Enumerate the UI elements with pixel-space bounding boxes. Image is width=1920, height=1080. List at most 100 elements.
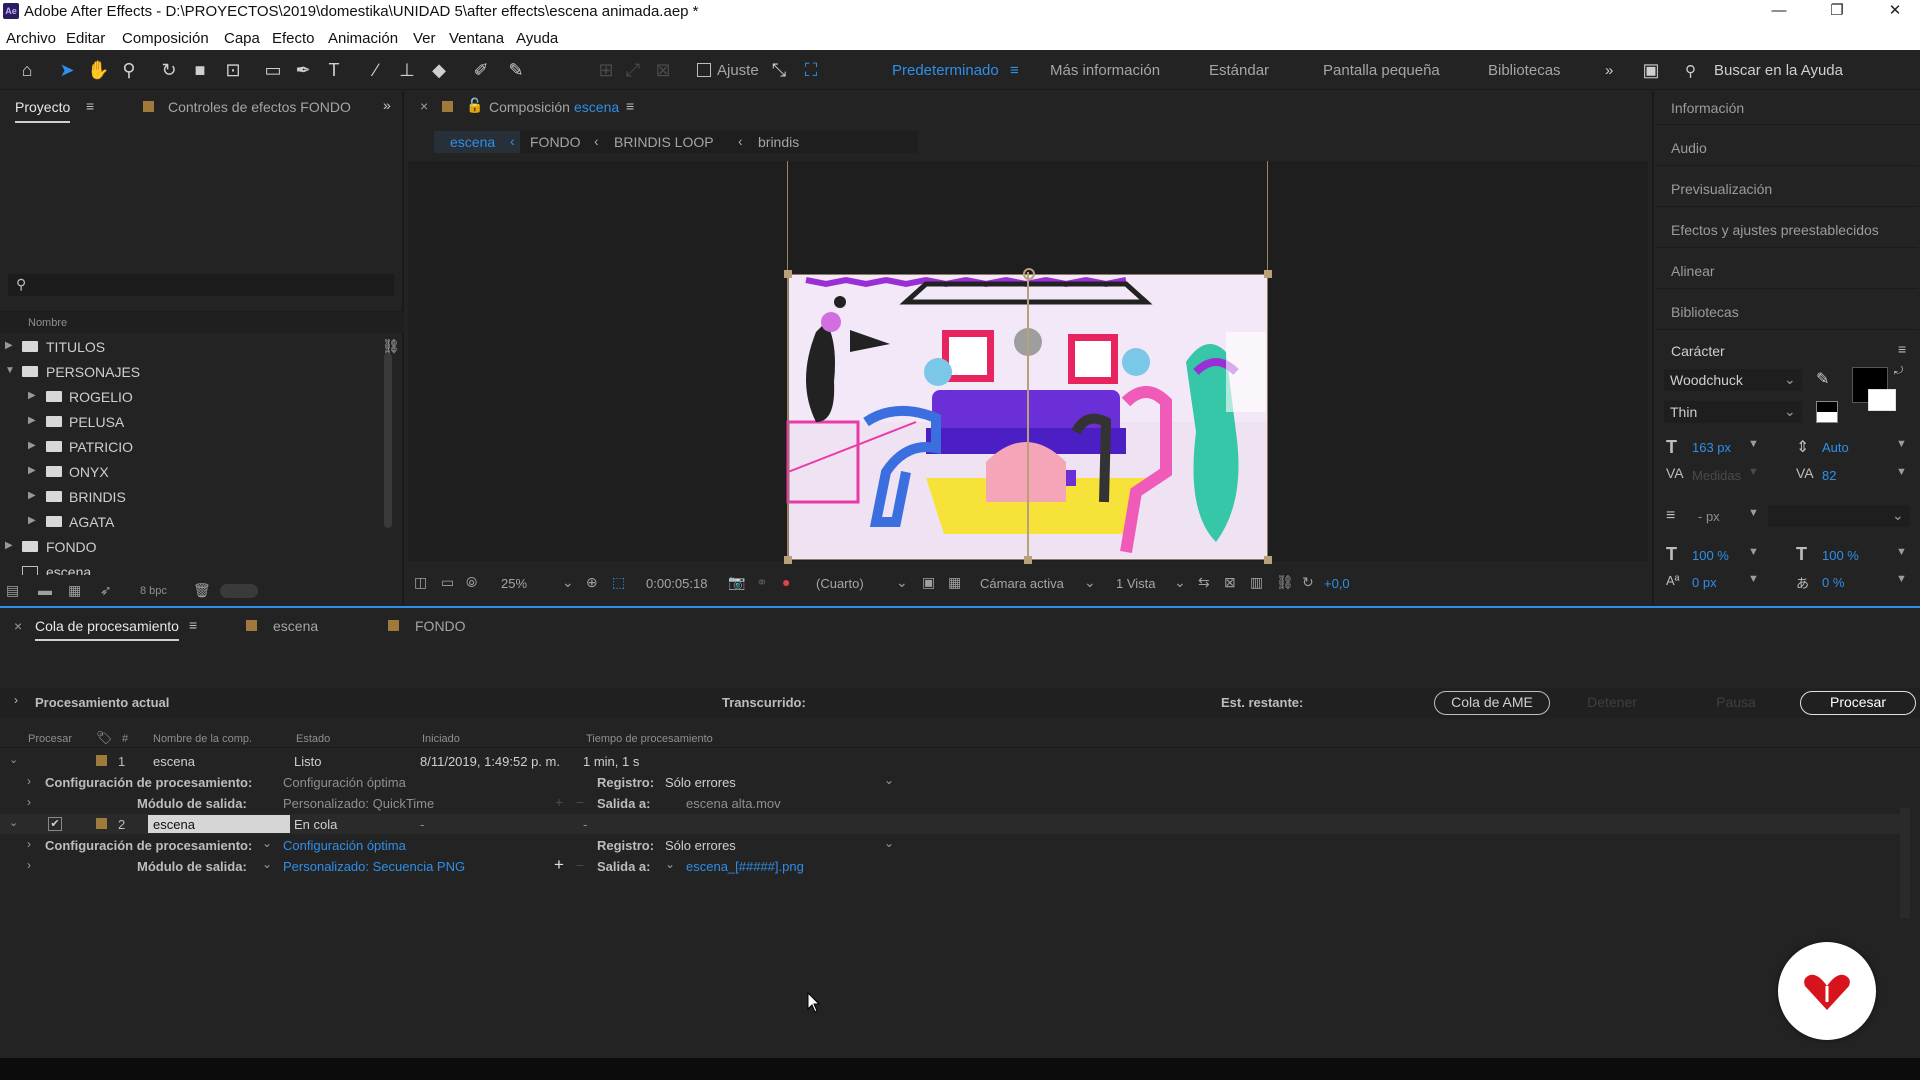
chevron-down-icon[interactable]: ⌄ xyxy=(1084,574,1096,591)
chevron-down-icon[interactable]: ▼ xyxy=(1896,438,1907,450)
comp-flowchart-icon[interactable]: ⊠ xyxy=(1224,574,1236,591)
rectangle-tool-icon[interactable]: ▭ xyxy=(262,59,284,81)
resolution-dropdown[interactable]: (Cuarto) xyxy=(816,576,864,591)
always-preview-icon[interactable]: ◫ xyxy=(414,574,427,591)
disclosure-arrow-icon[interactable]: › xyxy=(27,774,31,788)
breadcrumb-escena[interactable]: escena xyxy=(450,134,495,150)
region-of-interest-icon[interactable]: ⬚ xyxy=(612,574,625,591)
comp-tab-prefix[interactable]: Composición xyxy=(489,99,570,115)
font-style-dropdown[interactable]: Thin ⌄ xyxy=(1664,401,1802,423)
render-queue-scrollbar[interactable] xyxy=(1900,808,1910,918)
chevron-down-icon[interactable]: ⌄ xyxy=(884,773,894,787)
chevron-down-icon[interactable]: ▼ xyxy=(1748,507,1759,519)
mask-visibility-icon[interactable]: ⦾ xyxy=(466,574,477,591)
output-to-value[interactable]: escena alta.mov xyxy=(686,796,781,811)
chevron-down-icon[interactable]: ⌄ xyxy=(9,816,18,829)
restore-icon[interactable]: ❐ xyxy=(1814,0,1860,24)
comp-viewer[interactable] xyxy=(408,161,1648,564)
comp-tab-menu-icon[interactable]: ≡ xyxy=(626,98,634,114)
panel-audio[interactable]: Audio xyxy=(1656,126,1918,166)
stroke-width-value[interactable]: - px xyxy=(1698,509,1720,524)
font-family-dropdown[interactable]: Woodchuck ⌄ xyxy=(1664,369,1802,391)
camera-dropdown[interactable]: Cámara activa xyxy=(980,576,1064,591)
disclosure-arrow-icon[interactable]: ▶ xyxy=(28,440,36,451)
menu-ver[interactable]: Ver xyxy=(413,30,436,47)
chevron-down-icon[interactable]: ▼ xyxy=(1748,438,1759,450)
trash-icon[interactable]: 🗑 xyxy=(193,582,211,599)
panel-libraries[interactable]: Bibliotecas xyxy=(1656,290,1918,330)
chevron-down-icon[interactable]: ⌄ xyxy=(665,857,675,871)
tracking-value[interactable]: 82 xyxy=(1822,468,1836,483)
menu-ayuda[interactable]: Ayuda xyxy=(516,30,558,47)
flowchart-icon[interactable]: ⛓ xyxy=(382,338,400,355)
label-tag-icon[interactable]: 🏷 xyxy=(96,730,113,746)
show-snapshot-icon[interactable]: ⚭ xyxy=(756,574,768,591)
axis-view-icon[interactable]: ⊠ xyxy=(652,59,674,81)
new-comp-icon[interactable]: ▦ xyxy=(68,582,81,599)
transparency-grid-icon[interactable]: ▦ xyxy=(948,574,961,591)
chevron-down-icon[interactable]: ⌄ xyxy=(262,836,272,850)
output-module-value[interactable]: Personalizado: Secuencia PNG xyxy=(283,859,465,874)
project-item-folder[interactable]: ▶ PELUSA xyxy=(0,410,395,435)
workspace-menu-icon[interactable]: ≡ xyxy=(1010,62,1019,79)
add-output-icon[interactable]: + xyxy=(554,855,564,875)
chevron-down-icon[interactable]: ▼ xyxy=(1896,546,1907,558)
disclosure-arrow-icon[interactable]: › xyxy=(14,693,18,707)
project-scrollbar[interactable] xyxy=(384,353,392,528)
project-item-folder[interactable]: ▶ ONYX xyxy=(0,460,395,485)
pause-button[interactable]: Pausa xyxy=(1684,691,1788,715)
project-item-folder[interactable]: ▶ AGATA xyxy=(0,510,395,535)
chevron-down-icon[interactable]: ⌄ xyxy=(262,857,272,871)
flowchart-icon[interactable]: ⛓ xyxy=(1276,574,1294,591)
disclosure-arrow-icon[interactable]: ▼ xyxy=(5,365,15,376)
rotate-tool-icon[interactable]: ↻ xyxy=(158,59,180,81)
tab-render-queue[interactable]: Cola de procesamiento xyxy=(35,618,179,641)
home-icon[interactable]: ⌂ xyxy=(16,59,38,81)
ame-queue-button[interactable]: Cola de AME xyxy=(1434,691,1550,715)
vertical-scale-value[interactable]: 100 % xyxy=(1692,548,1729,563)
menu-capa[interactable]: Capa xyxy=(224,30,260,47)
workspace-small-screen[interactable]: Pantalla pequeña xyxy=(1323,62,1440,79)
tab-effect-controls[interactable]: Controles de efectos FONDO xyxy=(168,99,351,115)
header-render-time[interactable]: Tiempo de procesamiento xyxy=(586,733,713,745)
header-render[interactable]: Procesar xyxy=(28,733,72,745)
project-item-folder[interactable]: ▶ ROGELIO xyxy=(0,385,395,410)
disclosure-arrow-icon[interactable]: ▶ xyxy=(28,465,36,476)
breadcrumb-brindis[interactable]: brindis xyxy=(758,134,799,150)
tab-fondo[interactable]: FONDO xyxy=(415,618,466,634)
log-dropdown[interactable]: Sólo errores xyxy=(665,838,736,853)
item-comp-name[interactable]: escena xyxy=(153,817,195,832)
chevron-down-icon[interactable]: ▼ xyxy=(1896,573,1907,585)
camera-tool-icon[interactable]: ■ xyxy=(189,59,211,81)
render-button[interactable]: Procesar xyxy=(1800,691,1916,715)
selection-tool-icon[interactable]: ➤ xyxy=(56,59,78,81)
bit-depth[interactable]: 8 bpc xyxy=(140,585,167,597)
render-queue-item[interactable]: ⌄ 1 escena Listo 8/11/2019, 1:49:52 p. m… xyxy=(0,751,1900,771)
zoom-dropdown[interactable]: 25% xyxy=(501,576,527,591)
transform-handle[interactable] xyxy=(1264,556,1272,564)
black-white-swatch[interactable] xyxy=(1816,401,1838,423)
render-settings-value[interactable]: Configuración óptima xyxy=(283,838,406,853)
comp-tab-name[interactable]: escena xyxy=(574,99,619,115)
zoom-tool-icon[interactable]: ⚲ xyxy=(118,59,140,81)
transform-handle[interactable] xyxy=(784,270,792,278)
fast-previews-icon[interactable]: ▣ xyxy=(922,574,935,591)
roto-brush-tool-icon[interactable]: ✐ xyxy=(470,59,492,81)
panel-overflow-icon[interactable]: » xyxy=(383,97,391,113)
render-queue-item[interactable]: ⌄ ✔ 2 escena En cola - - xyxy=(0,814,1900,834)
close-icon[interactable]: ✕ xyxy=(1872,0,1918,24)
workspace-default[interactable]: Predeterminado xyxy=(892,62,999,79)
monitor-icon[interactable]: ▭ xyxy=(441,574,454,591)
pen-tool-icon[interactable]: ✒ xyxy=(292,59,314,81)
chevron-down-icon[interactable]: ▼ xyxy=(1748,466,1759,478)
hand-tool-icon[interactable]: ✋ xyxy=(87,59,109,81)
disclosure-arrow-icon[interactable]: › xyxy=(27,837,31,851)
text-tool-icon[interactable]: T xyxy=(323,59,345,81)
snap-features-icon[interactable]: ⛶ xyxy=(800,59,822,81)
chevron-down-icon[interactable]: ▼ xyxy=(1748,546,1759,558)
output-module-value[interactable]: Personalizado: QuickTime xyxy=(283,796,434,811)
menu-ventana[interactable]: Ventana xyxy=(449,30,504,47)
tab-project[interactable]: Proyecto xyxy=(15,99,71,123)
adjust-settings-icon[interactable]: ➶ xyxy=(100,582,112,599)
axis-world-icon[interactable]: ⤢ xyxy=(622,59,644,81)
